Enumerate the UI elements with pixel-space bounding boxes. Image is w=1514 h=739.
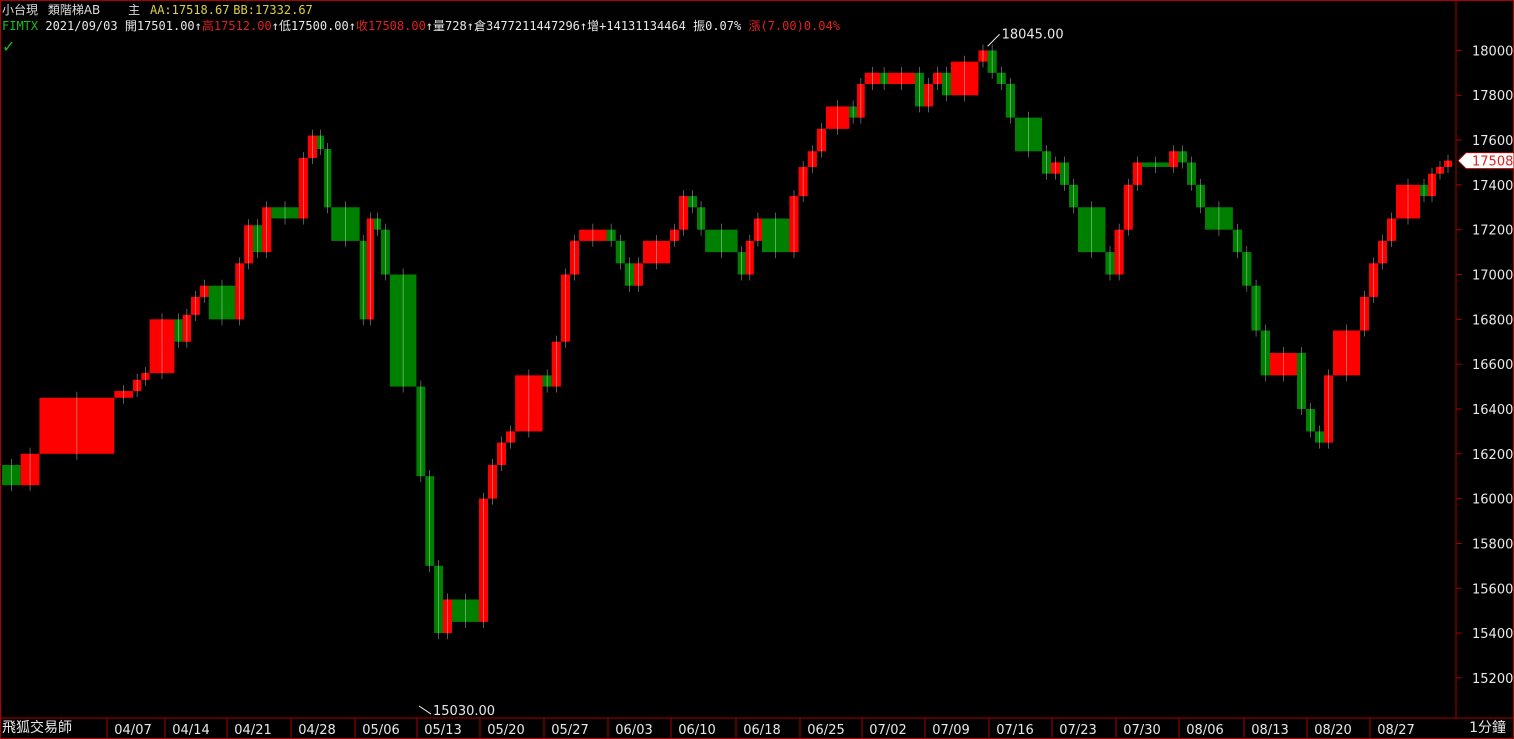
amplitude-label: 振 (693, 19, 706, 33)
check-icon: ✓ (2, 37, 16, 56)
chart-style: 類階梯AB (47, 3, 101, 17)
y-tick-label: 17000 (1472, 269, 1513, 284)
x-tick-label: 07/23 (1059, 723, 1096, 738)
x-tick-label: 04/21 (234, 723, 271, 738)
aa-value: 17518.67 (171, 3, 230, 17)
y-tick-label: 15800 (1472, 537, 1513, 552)
y-tick-label: 15400 (1472, 627, 1513, 642)
y-tick-label: 17800 (1472, 89, 1513, 104)
header-row-2: FIMTX 2021/09/03 開17501.00↑高17512.00↑低17… (2, 17, 840, 34)
x-tick-label: 07/02 (869, 723, 906, 738)
x-tick-label: 08/27 (1377, 723, 1414, 738)
x-tick-label: 06/03 (615, 723, 652, 738)
last-price-label: 17508 (1472, 155, 1513, 170)
change-value: (7.00)0.04% (760, 19, 840, 33)
close-value: 17508.00 (368, 19, 426, 33)
x-tick-label: 05/20 (487, 723, 524, 738)
chart-canvas[interactable]: 15200 15400 15600 15800 16000 16200 16400 16600… (0, 0, 1514, 739)
arrow-up-icon: ↑ (425, 19, 434, 33)
x-tick-label: 08/20 (1314, 723, 1351, 738)
low-value: 17500.00 (290, 19, 349, 33)
x-tick-label: 05/06 (362, 723, 399, 738)
y-tick-label: 17200 (1472, 224, 1513, 239)
arrow-up-icon: ↑ (466, 19, 474, 33)
x-tick-label: 06/10 (678, 723, 715, 738)
y-tick-label: 15600 (1472, 582, 1513, 597)
x-tick-label: 07/09 (932, 723, 969, 738)
volume-label: 量 (433, 19, 446, 33)
arrow-up-icon: ↑ (194, 19, 202, 33)
header-row-1: 小台現 類階梯AB 主 AA:17518.67 BB:17332.67 (2, 1, 313, 18)
main-label: 主 (128, 3, 141, 17)
y-tick-label: 16200 (1472, 448, 1513, 463)
high-label: 高 (201, 19, 214, 33)
y-tick-label: 16600 (1472, 358, 1513, 373)
y-tick-label: 16000 (1472, 493, 1513, 508)
y-tick-label: 18000 (1472, 44, 1513, 59)
low-label: 低 (278, 19, 291, 33)
x-tick-label: 06/25 (807, 723, 844, 738)
x-tick-label: 04/07 (114, 723, 151, 738)
bb-value: 17332.67 (254, 3, 313, 17)
quote-date: 2021/09/03 (45, 19, 118, 33)
annotation-leader (987, 33, 1000, 47)
x-tick-label: 05/13 (424, 723, 461, 738)
symbol-name: 小台現 (2, 3, 39, 17)
arrow-up-icon: ↑ (271, 19, 279, 33)
y-tick-label: 15200 (1472, 672, 1513, 687)
y-tick-label: 17400 (1472, 179, 1513, 194)
x-tick-label: 04/28 (298, 723, 335, 738)
oi-change-label: 增 (587, 19, 600, 33)
price-steps-layer (2, 44, 1452, 640)
x-tick-label: 07/16 (996, 723, 1033, 738)
high-value: 17512.00 (213, 19, 272, 33)
open-interest-value: 3477211447296 (485, 19, 580, 33)
y-tick-label: 16400 (1472, 403, 1513, 418)
x-tick-label: 08/06 (1186, 723, 1223, 738)
aa-label: AA: (149, 3, 172, 17)
open-interest-label: 倉 (473, 19, 486, 33)
x-tick-label: 04/14 (172, 723, 209, 738)
y-tick-label: 16800 (1472, 313, 1513, 328)
interval-button[interactable]: 1分鐘 (1469, 717, 1506, 737)
volume-value: 728 (445, 19, 467, 33)
change-label: 漲 (748, 19, 761, 33)
arrow-up-icon: ↑ (348, 19, 356, 33)
annotation-label: 18045.00 (1002, 27, 1064, 42)
annotation-label: 15030.00 (433, 704, 495, 719)
x-tick-label: 06/18 (743, 723, 780, 738)
open-label: 開 (124, 19, 137, 33)
y-tick-label: 17600 (1472, 134, 1513, 149)
x-tick-label: 05/27 (551, 723, 588, 738)
annotation-leader (418, 705, 432, 715)
bb-label: BB: (233, 3, 255, 17)
brand-label: 飛狐交易師 (2, 720, 72, 736)
oi-change-value: +14131134464 (599, 19, 686, 33)
contract-code: FIMTX (2, 19, 39, 33)
close-label: 收 (355, 19, 368, 33)
amplitude-value: 0.07% (705, 19, 742, 33)
x-tick-label: 07/30 (1123, 723, 1160, 738)
open-value: 17501.00 (136, 19, 195, 33)
x-tick-label: 08/13 (1251, 723, 1288, 738)
